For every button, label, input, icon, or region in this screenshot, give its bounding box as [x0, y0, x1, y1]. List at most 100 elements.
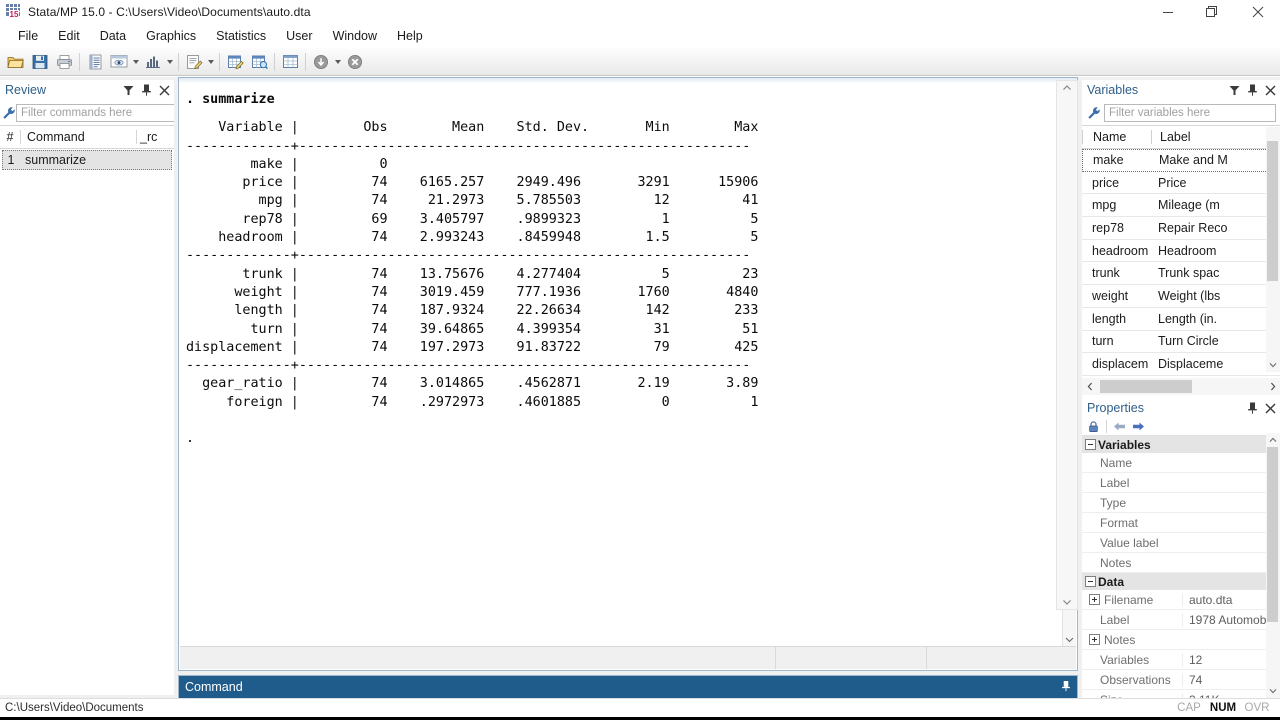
variables-row-trunk[interactable]: trunk Trunk spac — [1082, 262, 1280, 286]
do-file-dropdown-icon[interactable] — [206, 50, 216, 74]
stata-application-window: 15 Stata/MP 15.0 - C:\Users\Video\Docume… — [0, 0, 1280, 720]
variables-horizontal-scrollbar[interactable] — [1082, 378, 1280, 395]
pin-icon[interactable] — [1247, 84, 1258, 96]
back-arrow-icon[interactable] — [1111, 419, 1128, 435]
variables-row-weight[interactable]: weight Weight (lbs — [1082, 285, 1280, 308]
variables-row-turn[interactable]: turn Turn Circle — [1082, 331, 1280, 354]
expand-icon[interactable] — [1084, 634, 1102, 645]
save-icon[interactable] — [28, 50, 52, 74]
property-row-data-label[interactable]: Label 1978 Automob — [1082, 610, 1280, 630]
minimize-button[interactable] — [1145, 0, 1190, 24]
properties-group-variables[interactable]: Variables — [1082, 436, 1280, 453]
variable-label: Mileage (m — [1158, 198, 1220, 213]
properties-group-title: Variables — [1098, 437, 1151, 452]
viewer-icon[interactable] — [107, 50, 131, 74]
toolbar-separator — [305, 52, 306, 71]
variables-row-displacement[interactable]: displacem Displaceme — [1082, 353, 1280, 376]
property-row-format[interactable]: Format — [1082, 513, 1280, 533]
expand-icon[interactable] — [1084, 594, 1102, 605]
variables-manager-icon[interactable] — [278, 50, 302, 74]
scrollbar-thumb[interactable] — [1267, 141, 1278, 281]
close-icon[interactable] — [1265, 85, 1276, 96]
wrench-icon[interactable] — [1084, 106, 1104, 120]
scrollbar-thumb[interactable] — [1100, 380, 1192, 393]
chevron-down-icon[interactable] — [1063, 632, 1076, 646]
collapse-icon[interactable] — [1082, 576, 1098, 587]
review-filter-input[interactable] — [16, 103, 180, 122]
variables-panel-title: Variables — [1087, 83, 1139, 97]
chevron-right-icon[interactable] — [1265, 382, 1280, 391]
property-row-notes[interactable]: Notes — [1082, 553, 1280, 573]
properties-vertical-scrollbar[interactable] — [1266, 433, 1280, 698]
open-file-icon[interactable] — [4, 50, 28, 74]
close-icon[interactable] — [159, 85, 170, 96]
chevron-up-icon[interactable] — [1057, 81, 1077, 95]
variables-vertical-scrollbar[interactable] — [1266, 127, 1280, 372]
toolbar-separator — [219, 52, 220, 71]
close-icon[interactable] — [1265, 403, 1276, 414]
property-row-filename[interactable]: Filename auto.dta — [1082, 590, 1280, 610]
chevron-down-icon[interactable] — [1266, 358, 1280, 372]
variables-row-headroom[interactable]: headroom Headroom — [1082, 240, 1280, 263]
property-row-variables-count[interactable]: Variables 12 — [1082, 650, 1280, 670]
filter-icon[interactable] — [1229, 85, 1240, 96]
graph-dropdown-icon[interactable] — [165, 50, 175, 74]
variables-row-price[interactable]: price Price — [1082, 172, 1280, 195]
log-icon[interactable] — [83, 50, 107, 74]
graph-icon[interactable] — [141, 50, 165, 74]
menu-user[interactable]: User — [276, 26, 322, 46]
pin-icon[interactable] — [1061, 680, 1071, 695]
menu-edit[interactable]: Edit — [48, 26, 90, 46]
variable-name: price — [1092, 175, 1120, 190]
property-row-label[interactable]: Label — [1082, 473, 1280, 493]
chevron-left-icon[interactable] — [1082, 382, 1097, 391]
lock-icon[interactable] — [1085, 419, 1102, 435]
chevron-down-icon[interactable] — [1057, 595, 1077, 609]
property-row-type[interactable]: Type — [1082, 493, 1280, 513]
close-button[interactable] — [1235, 0, 1280, 24]
review-column-rc: _rc — [136, 130, 174, 144]
results-output-area[interactable]: . summarize Variable | Obs Mean Std. Dev… — [180, 83, 1063, 646]
forward-arrow-icon[interactable] — [1130, 419, 1147, 435]
hscroll-track[interactable] — [1097, 380, 1265, 393]
collapse-icon[interactable] — [1082, 439, 1098, 450]
print-icon[interactable] — [52, 50, 76, 74]
maximize-restore-button[interactable] — [1190, 0, 1235, 24]
scrollbar-thumb[interactable] — [1267, 447, 1278, 622]
pin-icon[interactable] — [141, 84, 152, 96]
variables-filter-input[interactable] — [1104, 103, 1276, 122]
properties-group-data[interactable]: Data — [1082, 573, 1280, 590]
menu-graphics[interactable]: Graphics — [136, 26, 206, 46]
menu-file[interactable]: File — [8, 26, 48, 46]
wrench-icon[interactable] — [2, 106, 16, 120]
viewer-dropdown-icon[interactable] — [131, 50, 141, 74]
variables-row-rep78[interactable]: rep78 Repair Reco — [1082, 217, 1280, 240]
property-row-data-notes[interactable]: Notes — [1082, 630, 1280, 650]
more-icon[interactable] — [309, 50, 333, 74]
menu-help[interactable]: Help — [387, 26, 433, 46]
menu-window[interactable]: Window — [323, 26, 387, 46]
variables-row-length[interactable]: length Length (in. — [1082, 308, 1280, 331]
property-key: Value label — [1100, 535, 1159, 550]
data-editor-browse-icon[interactable] — [247, 50, 271, 74]
break-icon[interactable] — [343, 50, 367, 74]
data-editor-edit-icon[interactable] — [223, 50, 247, 74]
more-dropdown-icon[interactable] — [333, 50, 343, 74]
review-row-number: 1 — [7, 153, 15, 167]
variables-table-header: Name Label — [1082, 125, 1280, 149]
property-row-name[interactable]: Name — [1082, 453, 1280, 473]
menu-statistics[interactable]: Statistics — [206, 26, 276, 46]
right-dock-scrollbar[interactable] — [1056, 80, 1078, 610]
property-row-observations[interactable]: Observations 74 — [1082, 670, 1280, 690]
do-file-editor-icon[interactable] — [182, 50, 206, 74]
filter-icon[interactable] — [123, 85, 134, 96]
property-row-value-label[interactable]: Value label — [1082, 533, 1280, 553]
variables-row-make[interactable]: make Make and M — [1082, 149, 1280, 172]
chevron-down-icon[interactable] — [1266, 684, 1280, 698]
chevron-up-icon[interactable] — [1266, 433, 1280, 447]
menu-data[interactable]: Data — [90, 26, 136, 46]
results-status-cell-2 — [775, 647, 926, 669]
variables-row-mpg[interactable]: mpg Mileage (m — [1082, 194, 1280, 218]
review-row-1[interactable]: 1 summarize — [2, 150, 172, 170]
pin-icon[interactable] — [1247, 402, 1258, 414]
